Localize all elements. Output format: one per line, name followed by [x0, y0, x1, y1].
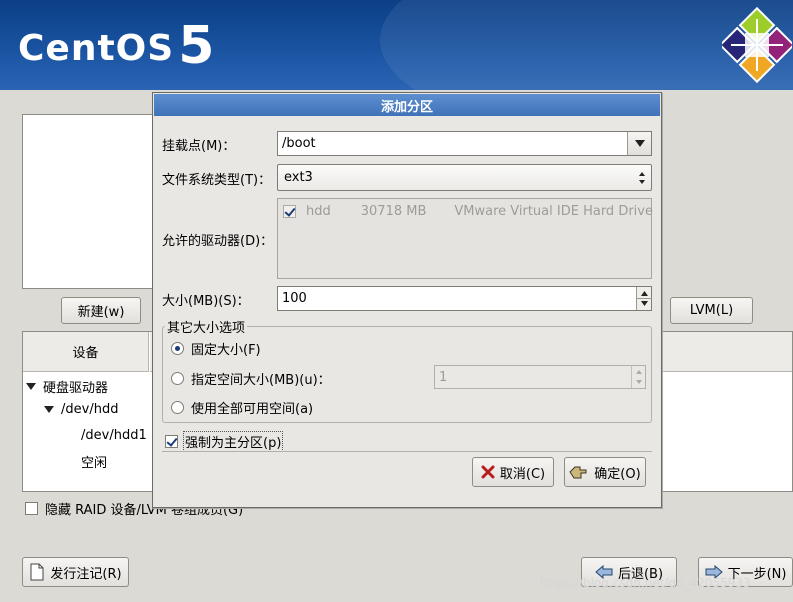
- dialog-separator: [162, 451, 652, 452]
- centos-logo-text: CentOS5: [18, 16, 216, 76]
- mount-point-combo[interactable]: /boot: [277, 131, 652, 156]
- fs-type-label: 文件系统类型(T)：: [162, 173, 272, 188]
- hide-raid-checkbox[interactable]: [25, 502, 38, 515]
- fill-to-spinbox[interactable]: 1: [434, 365, 646, 389]
- new-partition-button[interactable]: 新建(w): [61, 297, 141, 324]
- tree-row-hard-drives[interactable]: 硬盘驱动器: [26, 377, 108, 396]
- chevron-down-icon: [634, 140, 645, 147]
- dialog-title: 添加分区: [154, 94, 660, 116]
- allowed-drives-label: 允许的驱动器(D)：: [162, 234, 274, 249]
- size-label: 大小(MB)(S)：: [162, 294, 250, 309]
- lvm-button[interactable]: LVM(L): [670, 297, 753, 324]
- force-primary-option[interactable]: 强制为主分区(p): [165, 431, 284, 452]
- mount-point-dropdown-button[interactable]: [627, 132, 651, 155]
- cancel-button[interactable]: 取消(C): [472, 457, 554, 487]
- drive-name: hdd: [306, 204, 331, 219]
- watermark: https://blog.csdn.net/qq_42055933: [540, 576, 751, 590]
- spin-arrows-icon: [636, 370, 642, 384]
- size-spinbox[interactable]: 100: [277, 286, 652, 311]
- tree-row-free[interactable]: 空闲: [81, 452, 107, 471]
- tree-row-disk[interactable]: /dev/hdd: [44, 402, 118, 417]
- mount-point-label: 挂载点(M)：: [162, 139, 236, 154]
- drive-row-hdd[interactable]: hdd 30718 MB VMware Virtual IDE Hard Dri…: [283, 204, 653, 219]
- fill-to-value: 1: [439, 369, 448, 385]
- spin-arrows-icon: [637, 291, 652, 306]
- partition-graph-panel: [22, 114, 157, 289]
- document-icon: [30, 563, 44, 581]
- fixed-size-option[interactable]: 固定大小(F): [171, 339, 261, 358]
- fill-to-spin-buttons[interactable]: [631, 366, 645, 388]
- force-primary-checkbox[interactable]: [165, 435, 178, 448]
- fill-all-option[interactable]: 使用全部可用空间(a): [171, 398, 313, 417]
- drive-checkbox[interactable]: [283, 205, 296, 218]
- updown-arrows-icon: [639, 172, 645, 184]
- other-size-options-legend: 其它大小选项: [167, 321, 246, 336]
- size-value[interactable]: 100: [282, 291, 307, 306]
- size-spin-buttons[interactable]: [636, 287, 652, 310]
- centos-logo-icon: [722, 6, 792, 84]
- expander-icon[interactable]: [26, 383, 36, 390]
- fill-to-option[interactable]: 指定空间大小(MB)(u)：: [171, 369, 331, 388]
- fill-to-radio[interactable]: [171, 372, 184, 385]
- fs-type-value: ext3: [284, 170, 313, 185]
- expander-icon[interactable]: [44, 406, 54, 413]
- tree-row-partition[interactable]: /dev/hdd1: [81, 428, 147, 443]
- fill-all-radio[interactable]: [171, 401, 184, 414]
- close-icon: [481, 465, 495, 479]
- ok-button[interactable]: 确定(O): [564, 457, 646, 487]
- drive-size: 30718 MB: [360, 204, 427, 219]
- fixed-size-radio[interactable]: [171, 342, 184, 355]
- drive-model: VMware Virtual IDE Hard Drive: [454, 204, 653, 219]
- fs-type-select[interactable]: ext3: [277, 164, 652, 191]
- mount-point-value[interactable]: /boot: [282, 136, 316, 151]
- release-notes-button[interactable]: 发行注记(R): [22, 557, 129, 587]
- column-header-device[interactable]: 设备: [23, 332, 149, 372]
- ok-hand-icon: [569, 466, 587, 479]
